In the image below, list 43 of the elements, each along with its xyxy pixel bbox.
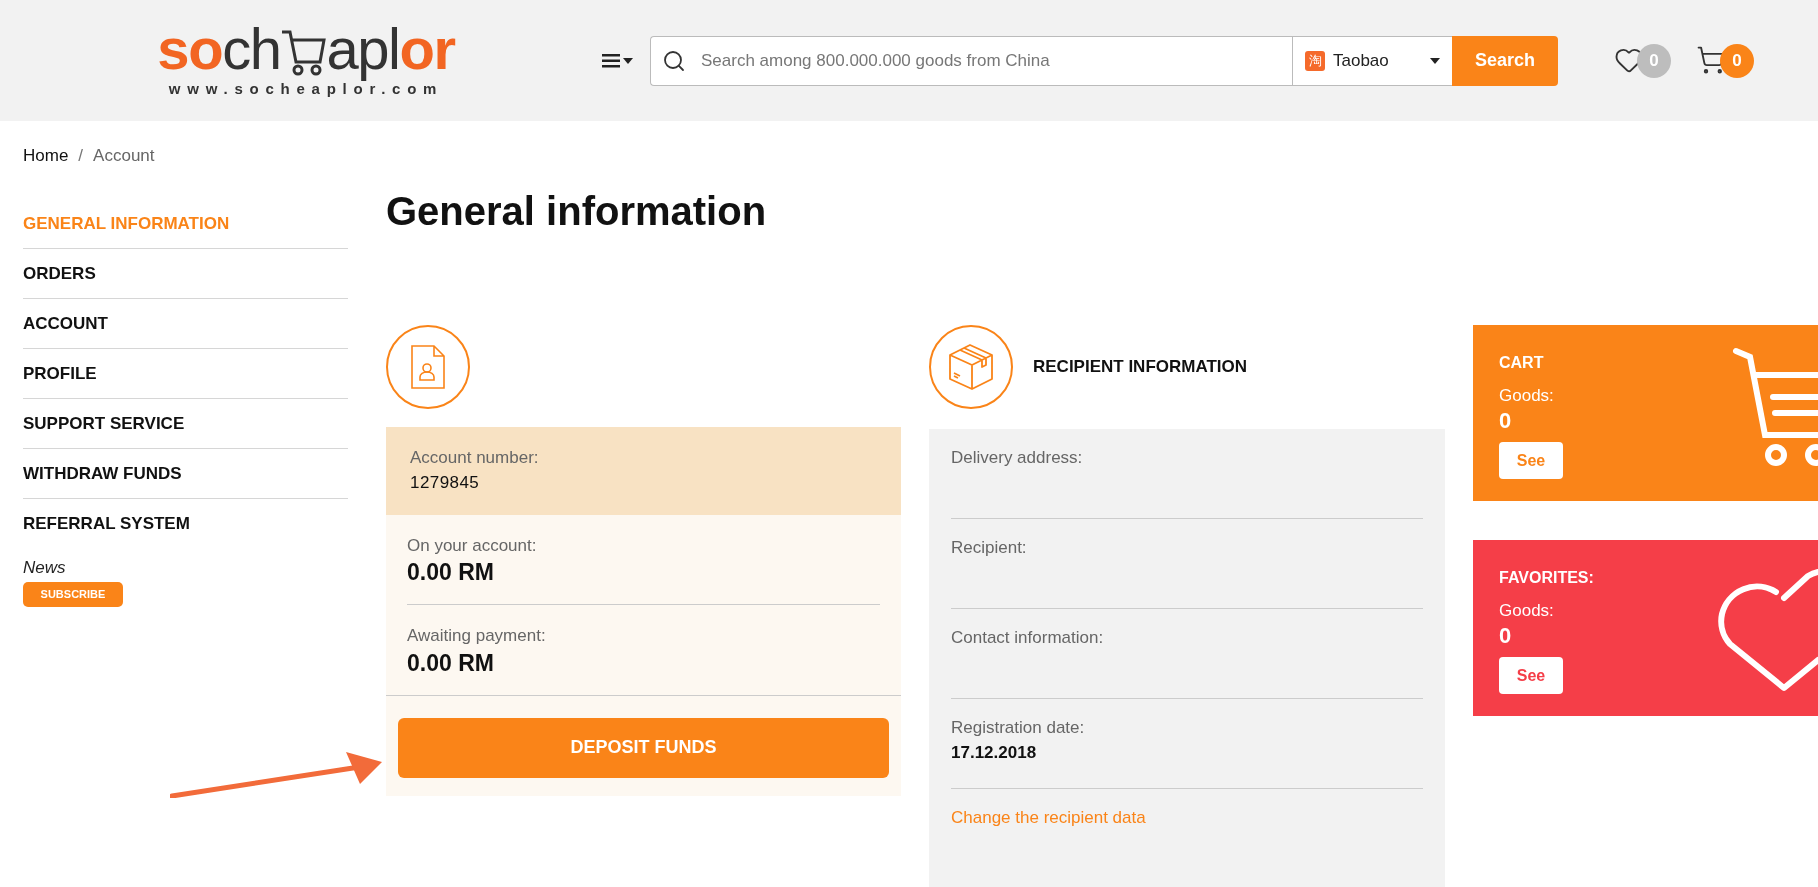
sidebar-item[interactable]: PROFILE (23, 348, 348, 399)
breadcrumb-link[interactable]: Account (93, 143, 155, 169)
search-field[interactable]: Search among 800.000.000 goods from China (650, 35, 1292, 86)
breadcrumb-separator: / (78, 145, 84, 167)
goods-count: 0 (1499, 623, 1513, 649)
panel-title: FAVORITES: (1499, 567, 1595, 588)
source-dropdown[interactable]: 淘 Taobao (1292, 35, 1452, 86)
field-label: Delivery address: (951, 446, 1084, 469)
goods-count: 0 (1499, 408, 1513, 434)
field-label: On your account: (407, 534, 538, 557)
taobao-badge: 淘 (1305, 50, 1325, 71)
goods-label: Goods: (1499, 599, 1555, 622)
balance-amount: 0.00 RM (407, 558, 495, 586)
logo[interactable]: soch aplor www.socheaplor.com (120, 20, 492, 101)
field-label: Registration date: (951, 716, 1086, 739)
sidebar-item[interactable]: REFERRAL SYSTEM (23, 498, 348, 549)
breadcrumb-link[interactable]: Home (23, 143, 69, 169)
field-label: Contact information: (951, 626, 1105, 649)
document-user-icon (386, 324, 470, 409)
sidebar-item[interactable]: ORDERS (23, 248, 348, 299)
caret-icon (622, 56, 634, 65)
sidebar-item[interactable]: SUPPORT SERVICE (23, 398, 348, 449)
sidebar-item[interactable]: WITHDRAW FUNDS (23, 448, 348, 499)
cart-count: 0 (1720, 43, 1754, 78)
field-label: Awaiting payment: (407, 625, 547, 647)
see-button[interactable]: See (1499, 657, 1563, 694)
search-icon (662, 48, 686, 73)
news-label: News (23, 556, 67, 579)
goods-label: Goods: (1499, 384, 1555, 407)
registration-date: 17.12.2018 (951, 742, 1038, 764)
panel-title: CART (1499, 352, 1545, 373)
caret-icon (1430, 57, 1440, 64)
sidebar-item[interactable]: ACCOUNT (23, 298, 348, 349)
menu-icon (602, 53, 620, 68)
section-title: RECIPIENT INFORMATION (1033, 355, 1248, 378)
field-label: Account number: (410, 446, 540, 469)
balance-amount: 0.00 RM (407, 648, 495, 677)
menu-button[interactable] (602, 53, 634, 68)
field-label: Recipient: (951, 536, 1028, 559)
favorites-count: 0 (1637, 43, 1671, 78)
account-number: 1279845 (410, 472, 481, 494)
box-icon (929, 324, 1013, 409)
page-title: General information (386, 187, 768, 235)
